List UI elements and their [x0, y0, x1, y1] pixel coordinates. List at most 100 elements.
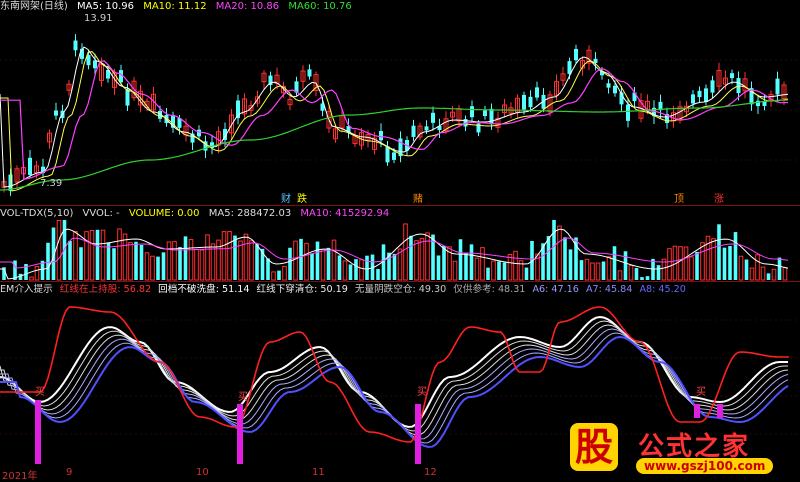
signal-bar: [717, 404, 723, 418]
volume-bar: [601, 261, 606, 280]
candle: [775, 78, 780, 95]
em-a8: A8: 45.20: [639, 284, 686, 295]
candle: [704, 88, 708, 103]
volume-bar: [452, 260, 458, 281]
em-a6: A6: 47.16: [532, 284, 579, 295]
candle: [307, 69, 312, 77]
volume-bar: [458, 239, 463, 280]
volume-bar: [205, 234, 210, 281]
volume-bar: [249, 240, 254, 281]
volume-bar: [623, 251, 628, 280]
volume-bar: [128, 242, 133, 281]
volume-bar: [172, 241, 177, 281]
volume-bar: [474, 257, 480, 281]
volume-bar: [524, 267, 529, 280]
volume-bar: [221, 231, 227, 281]
volume-bar: [612, 246, 617, 280]
volume-bar: [46, 242, 50, 280]
volume-bar: [507, 253, 513, 281]
candle: [28, 157, 32, 175]
volume-header: VOL-TDX(5,10) VVOL: - VOLUME: 0.00 MA5: …: [0, 207, 395, 221]
volume-bar: [469, 244, 474, 280]
volume-bar: [486, 267, 490, 280]
signal-bar: [35, 400, 41, 464]
volume-bar: [112, 248, 116, 280]
volume-bar: [304, 242, 309, 281]
volume-bar: [392, 253, 397, 280]
axis-label: 12: [424, 467, 437, 478]
volume-bar: [403, 223, 408, 281]
volume-bar: [320, 248, 326, 281]
volume-bar: [617, 270, 623, 281]
ma10-line: [0, 51, 789, 192]
volume-bar: [277, 270, 281, 280]
volume-value: VOLUME: 0.00: [128, 208, 200, 219]
ma60-line: [0, 99, 789, 191]
signal-bar: [415, 404, 421, 464]
candle: [411, 125, 416, 137]
volume-bar: [216, 239, 221, 281]
axis-label: 10: [196, 467, 209, 478]
volume-bar: [667, 248, 672, 281]
volume-bar: [243, 233, 249, 281]
em-header: EM介入提示 红线在上持股: 56.82 回档不破洗盘: 51.14 红线下穿清…: [0, 283, 690, 297]
volume-bar: [266, 258, 270, 280]
volume-bar: [497, 261, 501, 280]
ma10-value: MA10: 11.12: [143, 1, 207, 12]
volume-bar: [678, 246, 683, 281]
volume-bar: [376, 269, 380, 280]
volume-bar: [166, 241, 172, 281]
volume-bar: [288, 247, 292, 280]
buy-marker: 买: [696, 387, 706, 398]
volume-bar: [700, 242, 705, 281]
chart-title: 东南网架(日线): [0, 1, 68, 12]
candle: [431, 112, 435, 123]
volume-bar: [419, 237, 425, 281]
volume-bar: [255, 244, 259, 280]
em-no-bull: 无量阴跌空仓: 49.30: [354, 284, 447, 295]
price-header: 东南网架(日线) MA5: 10.96 MA10: 11.12 MA20: 10…: [0, 0, 358, 14]
volume-bar: [233, 235, 237, 280]
em-a7: A7: 45.84: [585, 284, 633, 295]
em-red-line: 红线在上持股: 56.82: [59, 284, 152, 295]
volume-bar: [227, 231, 232, 281]
volume-bar: [354, 259, 358, 280]
ma20-value: MA20: 10.86: [215, 1, 280, 12]
volume-bar: [68, 240, 72, 280]
volume-bar: [689, 256, 694, 281]
volume-bar: [199, 249, 205, 281]
price-panel[interactable]: 东南网架(日线) MA5: 10.96 MA10: 11.12 MA20: 10…: [0, 0, 800, 206]
em-ref: 仅供参考: 48.31: [453, 284, 526, 295]
low-price-label: 7.39: [40, 178, 63, 189]
candle: [710, 80, 715, 93]
volume-panel[interactable]: VOL-TDX(5,10) VVOL: - VOLUME: 0.00 MA5: …: [0, 206, 800, 282]
volume-bar: [100, 229, 106, 281]
volume-bar: [310, 253, 314, 280]
volume-bar: [683, 246, 689, 281]
volume-bar: [711, 238, 716, 281]
candle: [483, 110, 487, 117]
ma5-value: MA5: 10.96: [77, 1, 135, 12]
signal-bar: [694, 404, 700, 418]
volume-bar: [782, 267, 788, 281]
price-chart[interactable]: [0, 0, 800, 206]
volume-bar: [84, 231, 89, 281]
volume-bar: [359, 259, 364, 281]
volume-bar: [150, 255, 155, 281]
volume-bar: [464, 253, 468, 280]
volume-bar: [56, 220, 62, 281]
volume-bar: [315, 241, 320, 280]
volume-bar: [755, 254, 760, 281]
candle: [626, 104, 630, 121]
signal-bar: [237, 404, 243, 464]
high-price-label: 13.91: [84, 13, 113, 24]
volume-bar: [326, 247, 331, 280]
volume-bar: [513, 250, 518, 281]
buy-marker: 买: [238, 392, 248, 403]
volume-bar: [331, 239, 337, 281]
ma60-value: MA60: 10.76: [288, 1, 352, 12]
volume-bar: [425, 232, 430, 281]
volume-bar: [95, 229, 100, 280]
volume-bar: [744, 259, 749, 280]
candle: [613, 85, 617, 94]
